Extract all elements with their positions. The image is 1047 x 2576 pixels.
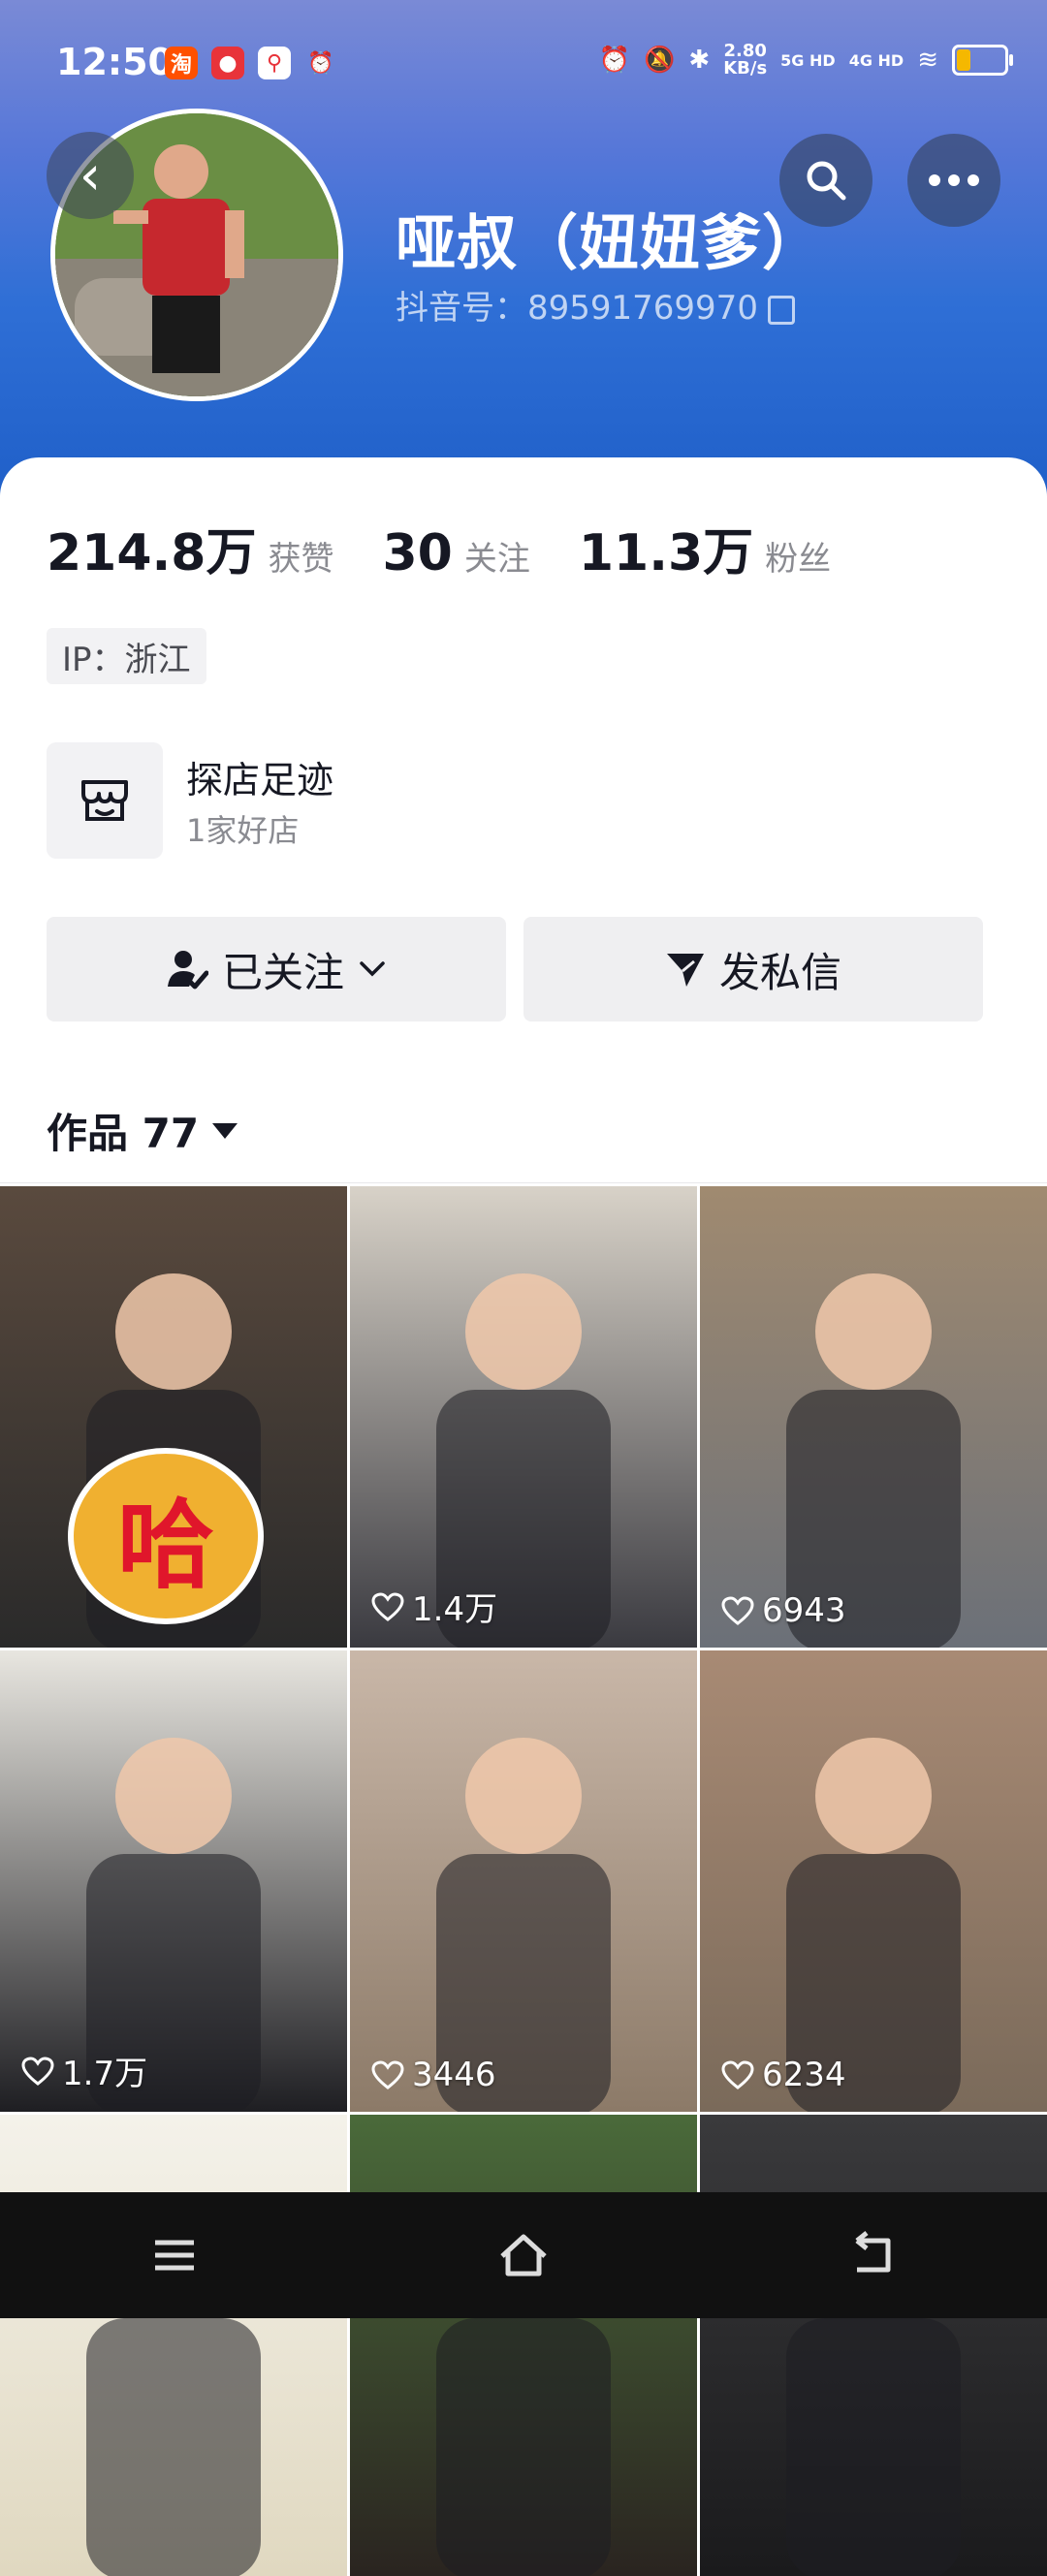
video-thumbnail bbox=[436, 1273, 611, 1648]
shop-subtitle: 1家好店 bbox=[186, 812, 300, 849]
signal-4g: 4G HD bbox=[848, 50, 904, 70]
heart-icon bbox=[371, 2060, 404, 2089]
profile-stats: 214.8万 获赞 30 关注 11.3万 粉丝 bbox=[47, 512, 879, 584]
alarm-icon: ⏰ bbox=[598, 46, 631, 75]
tab-works[interactable]: 作品 77 bbox=[47, 1101, 238, 1160]
status-right: ⏰ 🔕 ✱ 2.80 KB/s 5G HD 4G HD ≋ bbox=[598, 41, 1013, 79]
network-speed: 2.80 KB/s bbox=[723, 41, 768, 79]
douyin-id-label: 抖音号： bbox=[396, 289, 527, 328]
alarm-icon: ⏰ bbox=[307, 50, 334, 76]
shop-visits-entry[interactable]: 探店足迹 1家好店 bbox=[47, 742, 628, 859]
app-icon: ● bbox=[211, 47, 244, 79]
video-thumbnail bbox=[436, 1738, 611, 2112]
send-icon bbox=[666, 954, 704, 987]
heart-icon bbox=[721, 1596, 754, 1625]
video-tile[interactable]: 哈 bbox=[0, 1186, 347, 1648]
divider bbox=[0, 1182, 1047, 1183]
stat-following[interactable]: 30 关注 bbox=[382, 524, 529, 582]
more-button[interactable] bbox=[907, 134, 1000, 227]
shop-icon bbox=[47, 742, 163, 859]
video-tile[interactable]: 6943 bbox=[700, 1186, 1047, 1648]
douyin-id[interactable]: 抖音号：89591769970 bbox=[396, 281, 795, 329]
menu-icon[interactable] bbox=[145, 2231, 204, 2279]
sticker-badge: 哈 bbox=[68, 1448, 264, 1624]
video-tile[interactable]: 6234 bbox=[700, 1650, 1047, 2112]
followed-label: 已关注 bbox=[221, 948, 344, 996]
chevron-down-icon bbox=[360, 961, 385, 977]
video-thumbnail bbox=[786, 1738, 961, 2112]
video-thumbnail bbox=[786, 1273, 961, 1648]
system-navbar bbox=[0, 2192, 1047, 2318]
shop-title: 探店足迹 bbox=[186, 759, 334, 801]
taobao-icon: 淘 bbox=[165, 47, 198, 79]
copy-icon[interactable] bbox=[767, 295, 795, 325]
wifi-icon: ≋ bbox=[917, 46, 938, 75]
signal-5g: 5G HD bbox=[780, 50, 836, 70]
map-pin-icon: ⚲ bbox=[258, 47, 291, 79]
heart-icon bbox=[371, 1591, 404, 1621]
send-message-button[interactable]: 发私信 bbox=[524, 917, 983, 1021]
send-message-label: 发私信 bbox=[718, 948, 841, 996]
status-bar: 12:50 淘 ● ⚲ ⏰ ⏰ 🔕 ✱ 2.80 KB/s 5G HD 4G H… bbox=[0, 0, 1047, 126]
douyin-id-value: 89591769970 bbox=[527, 289, 758, 328]
video-tile[interactable]: 1.7万 bbox=[0, 1650, 347, 2112]
video-tile[interactable] bbox=[700, 2115, 1047, 2576]
ip-location-tag: IP：浙江 bbox=[47, 628, 206, 684]
video-thumbnail bbox=[786, 2202, 961, 2576]
status-time: 12:50 bbox=[56, 41, 174, 83]
like-count: 6943 bbox=[721, 1591, 846, 1630]
video-thumbnail bbox=[86, 2202, 261, 2576]
user-check-icon bbox=[167, 951, 208, 990]
like-count: 1.4万 bbox=[371, 1583, 497, 1630]
profile-name: 哑叔（妞妞爹） bbox=[396, 207, 824, 278]
video-thumbnail bbox=[436, 2202, 611, 2576]
back-nav-icon[interactable] bbox=[843, 2231, 902, 2279]
battery-icon bbox=[952, 45, 1013, 76]
video-tile[interactable] bbox=[0, 2115, 347, 2576]
status-app-icons: 淘 ● ⚲ ⏰ bbox=[165, 47, 337, 79]
video-tile[interactable] bbox=[350, 2115, 697, 2576]
bluetooth-icon: ✱ bbox=[688, 46, 711, 75]
video-tile[interactable]: 3446 bbox=[350, 1650, 697, 2112]
mute-icon: 🔕 bbox=[644, 46, 676, 75]
dropdown-triangle-icon bbox=[212, 1122, 238, 1139]
like-count: 1.7万 bbox=[21, 2047, 147, 2094]
heart-icon bbox=[21, 2056, 54, 2086]
like-count: 3446 bbox=[371, 2056, 496, 2094]
stat-likes[interactable]: 214.8万 获赞 bbox=[47, 512, 333, 584]
followed-button[interactable]: 已关注 bbox=[47, 917, 506, 1021]
like-count: 6234 bbox=[721, 2056, 846, 2094]
back-button[interactable]: ‹ bbox=[47, 132, 134, 219]
stat-followers[interactable]: 11.3万 粉丝 bbox=[579, 512, 831, 584]
heart-icon bbox=[721, 2060, 754, 2089]
home-icon[interactable] bbox=[494, 2231, 553, 2279]
video-thumbnail bbox=[86, 1738, 261, 2112]
video-tile[interactable]: 1.4万 bbox=[350, 1186, 697, 1648]
more-icon bbox=[929, 174, 979, 186]
